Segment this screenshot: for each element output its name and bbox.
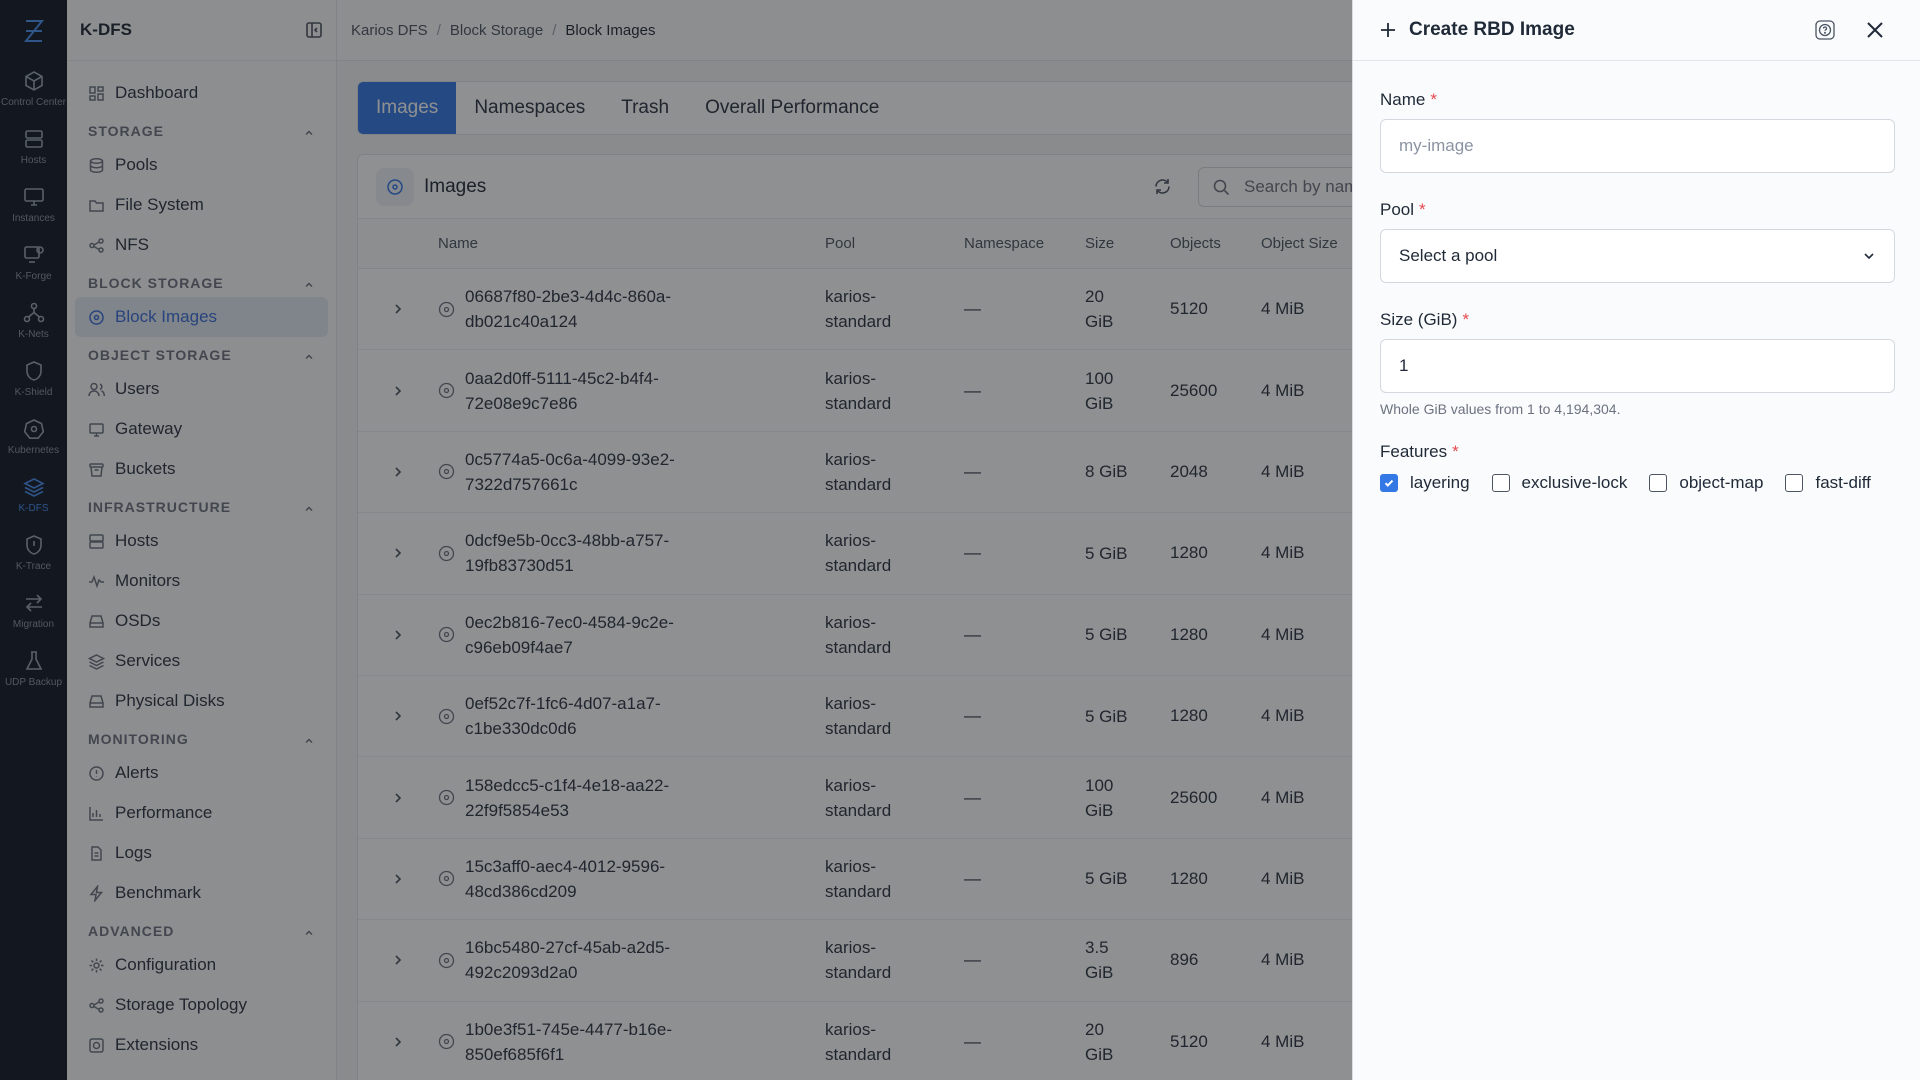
feature-layering-checkbox[interactable]: layering xyxy=(1380,473,1470,493)
plus-icon xyxy=(1379,21,1397,39)
feature-label: object-map xyxy=(1679,473,1764,492)
modal-backdrop[interactable] xyxy=(0,0,1352,1080)
pool-label: Pool * xyxy=(1380,200,1426,219)
checkbox[interactable] xyxy=(1649,474,1668,492)
features-group: layering exclusive-lock object-map fast-dif… xyxy=(1380,473,1893,493)
drawer-title: Create RBD Image xyxy=(1409,19,1575,40)
checkbox[interactable] xyxy=(1491,474,1510,492)
feature-exclusive-lock-checkbox[interactable]: exclusive-lock xyxy=(1491,473,1628,493)
help-icon[interactable] xyxy=(1815,20,1835,40)
checkbox[interactable] xyxy=(1785,474,1804,492)
name-label: Name * xyxy=(1380,90,1437,109)
feature-label: exclusive-lock xyxy=(1521,473,1628,492)
feature-fast-diff-checkbox[interactable]: fast-diff xyxy=(1785,473,1871,493)
chevron-down-icon xyxy=(1862,249,1876,263)
size-hint: Whole GiB values from 1 to 4,194,304. xyxy=(1380,401,1621,417)
create-image-form: Name * my-image Pool * Select a pool Size … xyxy=(1353,90,1920,493)
feature-object-map-checkbox[interactable]: object-map xyxy=(1649,473,1763,493)
features-label: Features * xyxy=(1380,442,1459,461)
check-icon xyxy=(1384,479,1394,487)
size-value: 1 xyxy=(1399,356,1409,375)
pool-placeholder: Select a pool xyxy=(1399,246,1498,265)
close-icon[interactable] xyxy=(1863,18,1887,42)
size-field[interactable]: 1 xyxy=(1380,339,1895,393)
name-placeholder: my-image xyxy=(1399,136,1474,155)
pool-select[interactable]: Select a pool xyxy=(1380,229,1895,283)
feature-label: layering xyxy=(1410,473,1470,492)
name-field[interactable]: my-image xyxy=(1380,119,1895,173)
feature-label: fast-diff xyxy=(1815,473,1871,492)
create-rbd-image-drawer: Create RBD Image Name * my-image Pool * Se… xyxy=(1352,0,1920,1080)
size-label: Size (GiB) * xyxy=(1380,310,1470,329)
checkbox[interactable] xyxy=(1380,474,1398,492)
